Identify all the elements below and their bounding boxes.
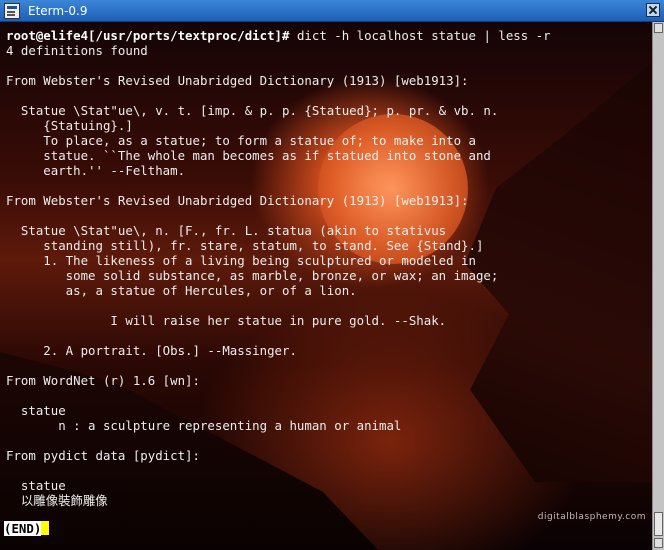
output-line: statue	[6, 478, 66, 493]
title-bar[interactable]: Eterm-0.9	[0, 0, 664, 22]
terminal-icon[interactable]	[4, 3, 20, 19]
output-line: I will raise her statue in pure gold. --…	[6, 313, 447, 328]
output-line: standing still), fr. stare, statum, to s…	[6, 238, 484, 253]
shell-command: dict -h localhost statue | less -r	[289, 28, 551, 43]
output-line: Statue \Stat"ue\, n. [F., fr. L. statua …	[6, 223, 447, 238]
output-line: statue	[6, 403, 66, 418]
scrollbar[interactable]	[652, 22, 664, 550]
output-line: 4 definitions found	[6, 43, 148, 58]
pager-status: (END)	[4, 521, 50, 536]
output-line: 以雕像裝飾雕像	[6, 493, 108, 508]
scroll-up-arrow-icon[interactable]	[654, 23, 663, 33]
output-line: From Webster's Revised Unabridged Dictio…	[6, 193, 469, 208]
output-line: earth.'' --Feltham.	[6, 163, 186, 178]
pager-end-label: (END)	[4, 521, 42, 536]
output-line: To place, as a statue; to form a statue …	[6, 133, 476, 148]
terminal-output: root@elife4[/usr/ports/textproc/dict]# d…	[6, 28, 652, 550]
output-line: as, a statue of Hercules, or of a lion.	[6, 283, 357, 298]
output-line: Statue \Stat"ue\, v. t. [imp. & p. p. {S…	[6, 103, 499, 118]
terminal-area[interactable]: digitalblasphemy.com root@elife4[/usr/po…	[0, 22, 652, 550]
output-line: statue. ``The whole man becomes as if st…	[6, 148, 491, 163]
output-line: {Statuing}.]	[6, 118, 133, 133]
window-title: Eterm-0.9	[28, 4, 88, 18]
output-line: 1. The likeness of a living being sculpt…	[6, 253, 476, 268]
scroll-down-arrow-icon[interactable]	[654, 538, 663, 548]
output-line: From Webster's Revised Unabridged Dictio…	[6, 73, 469, 88]
command-line: root@elife4[/usr/ports/textproc/dict]# d…	[6, 28, 652, 43]
scroll-thumb[interactable]	[654, 512, 663, 536]
output-line: From WordNet (r) 1.6 [wn]:	[6, 373, 200, 388]
shell-prompt: root@elife4[/usr/ports/textproc/dict]#	[6, 28, 290, 43]
output-line: some solid substance, as marble, bronze,…	[6, 268, 499, 283]
close-icon[interactable]	[646, 3, 660, 17]
text-cursor	[41, 521, 50, 535]
output-line: 2. A portrait. [Obs.] --Massinger.	[6, 343, 297, 358]
output-line: From pydict data [pydict]:	[6, 448, 200, 463]
output-line: n : a sculpture representing a human or …	[6, 418, 402, 433]
